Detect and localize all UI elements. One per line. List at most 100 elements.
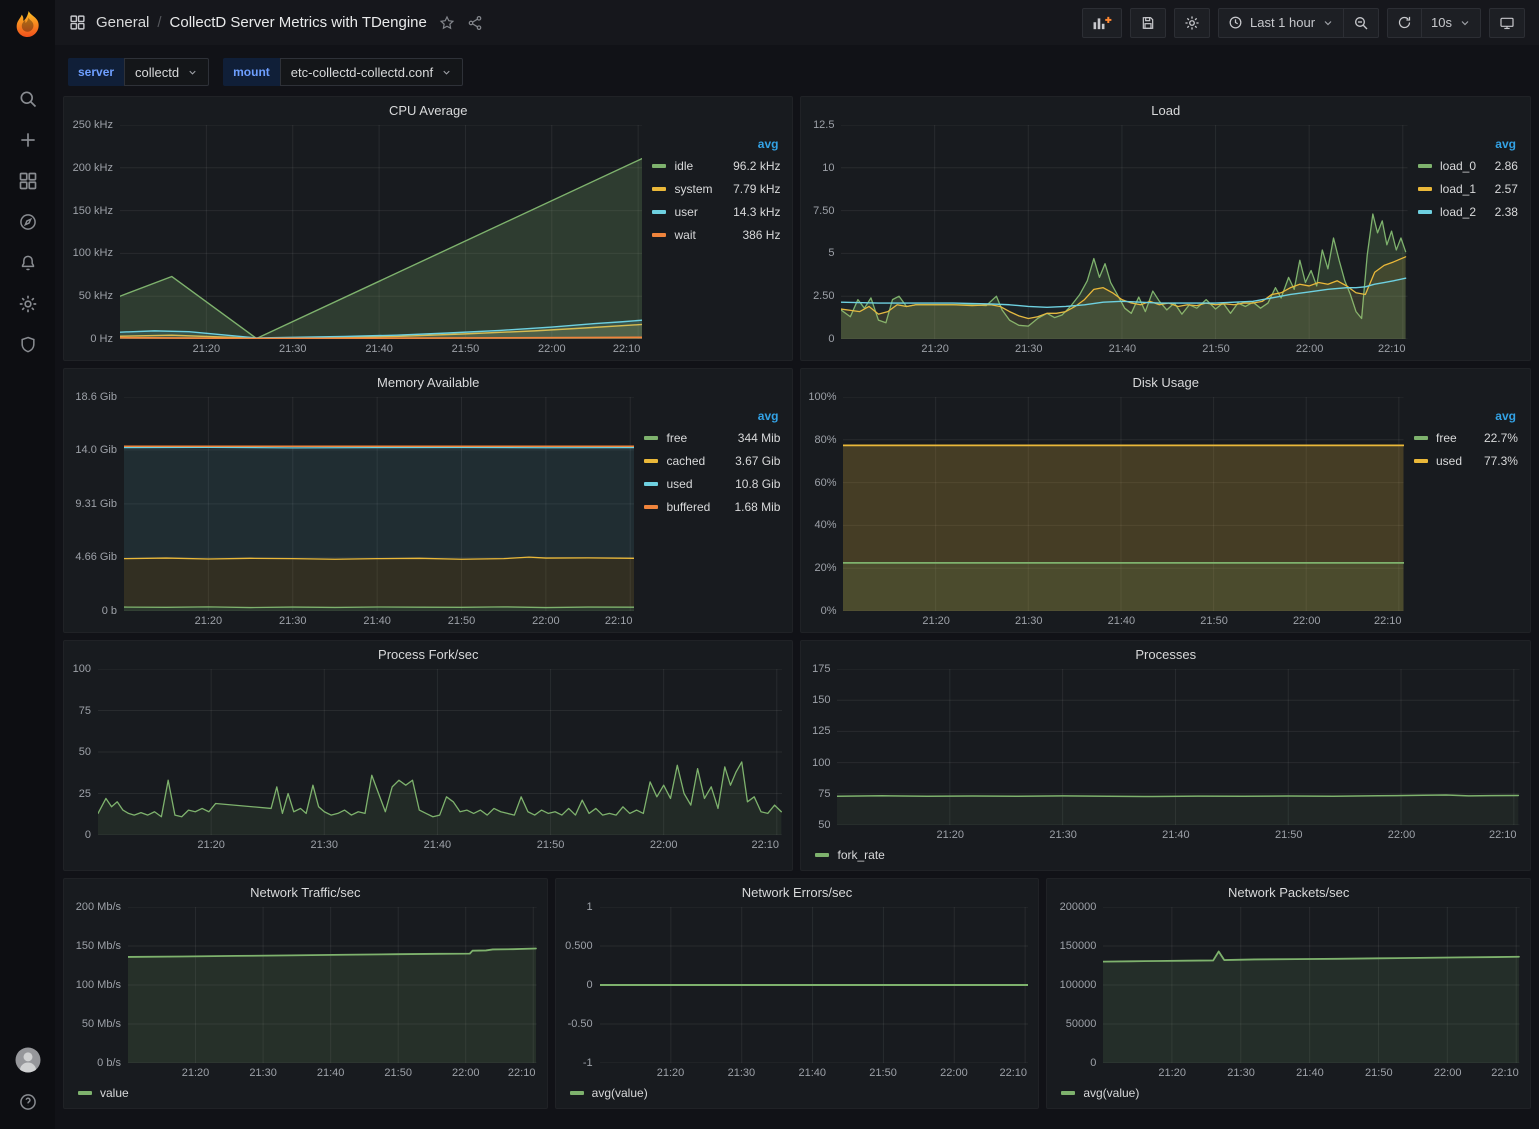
legend-swatch <box>652 233 666 237</box>
sidebar-bottom <box>13 1045 43 1113</box>
panel-network-errors: Network Errors/sec-1-0.5000.500121:2021:… <box>555 878 1040 1109</box>
x-tick-label: 21:50 <box>869 1067 897 1079</box>
chevron-down-icon <box>187 67 198 78</box>
refresh-interval-dropdown[interactable]: 10s <box>1422 8 1481 38</box>
y-tick-label: 75 <box>79 705 91 717</box>
share-icon[interactable] <box>467 15 483 31</box>
refresh-button[interactable] <box>1387 8 1422 38</box>
legend: avg(value) <box>1047 1084 1530 1108</box>
x-tick-label: 22:00 <box>1434 1067 1462 1079</box>
legend-item[interactable]: system7.79 kHz <box>652 177 780 200</box>
legend: avg load_02.86load_12.57load_22.38 <box>1408 125 1520 358</box>
breadcrumb-separator: / <box>157 14 161 31</box>
legend-series-name: value <box>100 1086 129 1100</box>
chart-plot[interactable] <box>600 907 1029 1063</box>
panel-title[interactable]: Network Traffic/sec <box>64 879 547 905</box>
template-var-value-mount[interactable]: etc-collectd-collectd.conf <box>280 58 463 86</box>
template-variable: mountetc-collectd-collectd.conf <box>223 58 463 86</box>
legend-item[interactable]: used77.3% <box>1414 449 1518 472</box>
template-var-label-mount[interactable]: mount <box>223 58 280 86</box>
legend-item[interactable]: free344 Mib <box>644 426 780 449</box>
breadcrumb-folder[interactable]: General <box>96 14 149 31</box>
legend-item[interactable]: load_02.86 <box>1418 154 1518 177</box>
page-title[interactable]: CollectD Server Metrics with TDengine <box>170 14 427 31</box>
x-axis: 21:2021:3021:4021:5022:0022:10 <box>98 835 782 854</box>
legend-item[interactable]: value <box>78 1084 129 1102</box>
time-range-picker[interactable]: Last 1 hour <box>1218 8 1344 38</box>
template-var-value-server[interactable]: collectd <box>124 58 209 86</box>
legend-item[interactable]: buffered1.68 Mib <box>644 495 780 518</box>
legend-series-value: 96.2 kHz <box>719 159 780 173</box>
chart-plot[interactable] <box>1103 907 1520 1063</box>
dashboards-icon[interactable] <box>17 170 39 192</box>
panel-title[interactable]: Load <box>801 97 1530 123</box>
panel-title[interactable]: Network Packets/sec <box>1047 879 1530 905</box>
legend-item[interactable]: avg(value) <box>570 1084 648 1102</box>
legend-series-name: used <box>666 477 692 491</box>
add-panel-button[interactable] <box>1082 8 1122 38</box>
zoom-out-button[interactable] <box>1344 8 1379 38</box>
panel-title[interactable]: Process Fork/sec <box>64 641 792 667</box>
legend-item[interactable]: fork_rate <box>815 846 884 864</box>
x-tick-label: 21:50 <box>452 343 480 355</box>
y-tick-label: 50 <box>818 819 830 831</box>
legend-swatch <box>652 210 666 214</box>
legend-item[interactable]: used10.8 Gib <box>644 472 780 495</box>
time-picker-group: Last 1 hour <box>1218 8 1379 38</box>
help-icon[interactable] <box>17 1091 39 1113</box>
explore-compass-icon[interactable] <box>17 211 39 233</box>
legend-item[interactable]: idle96.2 kHz <box>652 154 780 177</box>
search-icon[interactable] <box>17 88 39 110</box>
legend-item[interactable]: load_22.38 <box>1418 200 1518 223</box>
y-tick-label: 0.500 <box>565 940 593 952</box>
legend-series-value: 3.67 Gib <box>721 454 780 468</box>
chart-plot[interactable] <box>120 125 642 339</box>
legend-item[interactable]: cached3.67 Gib <box>644 449 780 472</box>
y-axis: -1-0.5000.5001 <box>562 907 600 1063</box>
legend-item[interactable]: wait386 Hz <box>652 223 780 246</box>
grafana-app: General / CollectD Server Metrics with T… <box>0 0 1539 1129</box>
legend-series-name: system <box>674 182 712 196</box>
dashboard-settings-button[interactable] <box>1174 8 1210 38</box>
x-tick-label: 22:10 <box>508 1067 536 1079</box>
chart-svg <box>843 397 1404 611</box>
chart-plot[interactable] <box>98 669 782 835</box>
x-tick-label: 22:10 <box>1489 829 1517 841</box>
save-dashboard-button[interactable] <box>1130 8 1166 38</box>
legend-swatch <box>1061 1091 1075 1095</box>
chart-plot[interactable] <box>837 669 1520 825</box>
panel-title[interactable]: Processes <box>801 641 1530 667</box>
server-admin-shield-icon[interactable] <box>17 334 39 356</box>
y-tick-label: -1 <box>583 1057 593 1069</box>
panel-title[interactable]: CPU Average <box>64 97 792 123</box>
configuration-gear-icon[interactable] <box>17 293 39 315</box>
y-tick-label: 100% <box>808 391 836 403</box>
panel-title[interactable]: Memory Available <box>64 369 792 395</box>
user-avatar[interactable] <box>13 1045 43 1075</box>
chart-plot[interactable] <box>841 125 1408 339</box>
chart-plot[interactable] <box>128 907 537 1063</box>
legend-item[interactable]: free22.7% <box>1414 426 1518 449</box>
legend-swatch <box>1418 187 1432 191</box>
chart-plot[interactable] <box>843 397 1404 611</box>
panel-title[interactable]: Disk Usage <box>801 369 1530 395</box>
dashboard-grid: CPU Average0 Hz50 kHz100 kHz150 kHz200 k… <box>63 96 1531 1109</box>
legend-avg-header: avg <box>1418 137 1518 151</box>
template-var-label-server[interactable]: server <box>68 58 124 86</box>
tv-mode-button[interactable] <box>1489 8 1525 38</box>
legend-item[interactable]: avg(value) <box>1061 1084 1139 1102</box>
x-tick-label: 22:10 <box>1378 343 1406 355</box>
nav-actions: Last 1 hour 10s <box>1082 8 1525 38</box>
panel-title[interactable]: Network Errors/sec <box>556 879 1039 905</box>
y-axis: 0 b4.66 Gib9.31 Gib14.0 Gib18.6 Gib <box>70 397 124 611</box>
legend-item[interactable]: user14.3 kHz <box>652 200 780 223</box>
grafana-logo[interactable] <box>9 6 47 44</box>
create-plus-icon[interactable] <box>17 129 39 151</box>
x-tick-label: 21:40 <box>317 1067 345 1079</box>
y-tick-label: 60% <box>814 477 836 489</box>
legend-item[interactable]: load_12.57 <box>1418 177 1518 200</box>
alerting-bell-icon[interactable] <box>17 252 39 274</box>
star-icon[interactable] <box>439 15 455 31</box>
chart-plot[interactable] <box>124 397 634 611</box>
y-tick-label: 50 Mb/s <box>82 1018 121 1030</box>
